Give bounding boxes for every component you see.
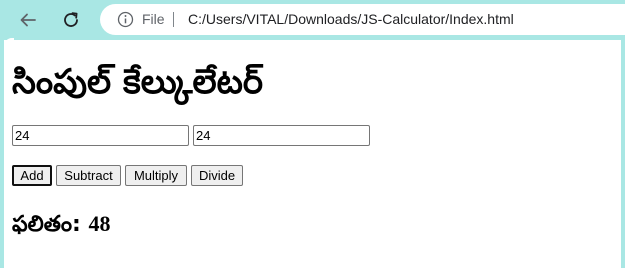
url-text[interactable]: C:/Users/VITAL/Downloads/JS-Calculator/I… [188, 11, 514, 27]
info-icon[interactable] [117, 11, 134, 28]
back-arrow-icon [20, 13, 36, 27]
reload-button[interactable] [55, 4, 87, 36]
multiply-button[interactable]: Multiply [125, 165, 187, 186]
page-title: సింపుల్ కేల్కులేటర్ [12, 62, 264, 102]
window-frame-left [0, 40, 4, 268]
first-number-input[interactable] [12, 125, 189, 146]
content-corner [4, 38, 14, 48]
address-bar[interactable]: File C:/Users/VITAL/Downloads/JS-Calcula… [100, 4, 625, 35]
divide-button[interactable]: Divide [191, 165, 243, 186]
second-number-input[interactable] [193, 125, 370, 146]
address-divider [173, 12, 174, 27]
result-line: ఫలితం: 48 [12, 206, 111, 243]
subtract-button[interactable]: Subtract [56, 165, 121, 186]
window-frame-right [621, 40, 625, 268]
reload-icon [64, 12, 78, 27]
add-button[interactable]: Add [12, 165, 52, 186]
result-value: 48 [88, 211, 111, 236]
url-scheme-label: File [142, 11, 165, 27]
browser-toolbar: File C:/Users/VITAL/Downloads/JS-Calcula… [0, 0, 625, 40]
result-label: ఫలితం: [12, 212, 89, 237]
back-button[interactable] [12, 4, 44, 36]
